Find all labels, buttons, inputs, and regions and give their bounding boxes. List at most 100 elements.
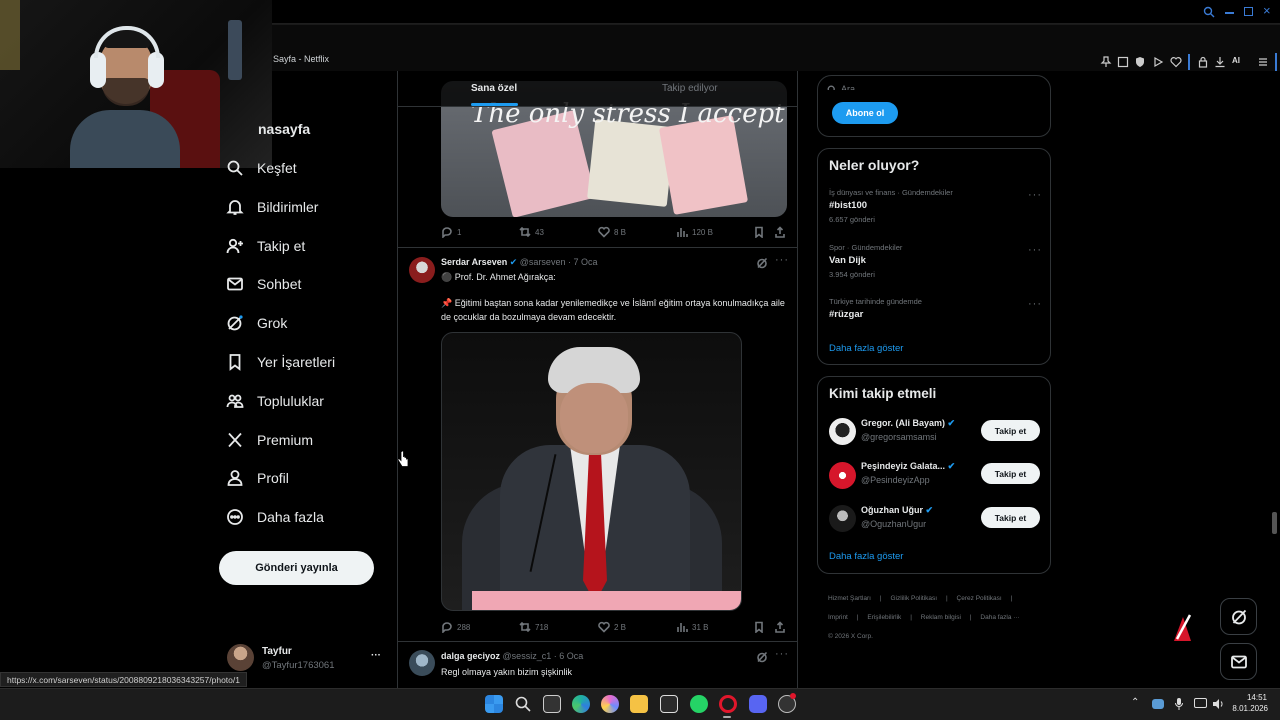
avatar[interactable]	[409, 650, 435, 676]
footer-link[interactable]: Gizlilik Politikası	[890, 595, 937, 602]
show-more-link[interactable]: Daha fazla göster	[829, 551, 903, 562]
close-icon[interactable]: ×	[1263, 3, 1271, 18]
app-logo-icon[interactable]	[1168, 611, 1198, 645]
follow-button[interactable]: Takip et	[981, 420, 1040, 441]
avatar[interactable]	[829, 418, 856, 445]
nav-item-premium[interactable]: Premium	[226, 428, 313, 452]
bookmark-icon[interactable]	[753, 226, 765, 238]
retweet-button[interactable]: 43	[519, 226, 544, 238]
nav-item-bookmarks[interactable]: Yer İşaretleri	[226, 350, 335, 374]
suggested-user-name[interactable]: Peşindeyiz Galata... ✔	[861, 461, 955, 472]
views-button[interactable]: 31 B	[676, 621, 708, 633]
trend-item[interactable]: İş dünyası ve finans · Gündemdekiler #bi…	[829, 188, 1044, 230]
opera-gx-icon[interactable]	[719, 695, 737, 713]
nav-item-follow[interactable]: Takip et	[226, 234, 305, 258]
views-button[interactable]: 120 B	[676, 226, 713, 238]
volume-icon[interactable]	[1211, 697, 1225, 711]
footer-link[interactable]: Reklam bilgisi	[921, 614, 961, 621]
pin-icon[interactable]	[1100, 56, 1112, 68]
footer-link[interactable]: Erişilebilirlik	[867, 614, 901, 621]
messages-floating-button[interactable]	[1220, 643, 1257, 680]
shield-icon[interactable]	[1134, 56, 1146, 68]
edge-icon[interactable]	[572, 695, 590, 713]
grok-icon[interactable]	[756, 651, 768, 663]
share-icon[interactable]	[774, 621, 786, 633]
nav-home-label[interactable]: nasayfa	[258, 121, 310, 137]
store-icon[interactable]	[660, 695, 678, 713]
lock-icon[interactable]	[1197, 56, 1209, 68]
reply-button[interactable]: 288	[441, 621, 470, 633]
onedrive-icon[interactable]	[1152, 699, 1164, 709]
suggested-user-name[interactable]: Oğuzhan Uğur ✔	[861, 505, 933, 516]
tweet-date[interactable]: · 6 Oca	[554, 651, 584, 661]
tweet-more-icon[interactable]: ···	[775, 254, 789, 266]
minimize-icon[interactable]	[1225, 12, 1234, 14]
whatsapp-icon[interactable]	[690, 695, 708, 713]
grok-icon[interactable]	[756, 257, 768, 269]
follow-button[interactable]: Takip et	[981, 507, 1040, 528]
screenshot-icon[interactable]	[1117, 56, 1129, 68]
nav-item-chat[interactable]: Sohbet	[226, 272, 301, 296]
follow-button[interactable]: Takip et	[981, 463, 1040, 484]
nav-item-communities[interactable]: Topluluklar	[226, 389, 324, 413]
bookmark-icon[interactable]	[753, 621, 765, 633]
menu-icon[interactable]	[1257, 56, 1269, 68]
restore-icon[interactable]	[1244, 7, 1253, 16]
reply-button[interactable]: 1	[441, 226, 461, 238]
start-icon[interactable]	[485, 695, 503, 713]
avatar[interactable]	[829, 505, 856, 532]
like-button[interactable]: 2 B	[598, 621, 626, 633]
like-button[interactable]: 8 B	[598, 226, 626, 238]
tweet-image[interactable]	[441, 332, 742, 611]
discord-icon[interactable]	[749, 695, 767, 713]
author-name[interactable]: dalga geciyoz	[441, 651, 500, 661]
tab-for-you[interactable]: Sana özel	[471, 83, 517, 94]
author-handle[interactable]: @sarseven	[520, 257, 566, 267]
clock-time[interactable]: 14:51	[1233, 693, 1267, 702]
search-icon[interactable]	[514, 695, 532, 713]
ai-button[interactable]: AI	[1232, 56, 1240, 65]
footer-link[interactable]: Daha fazla ···	[980, 614, 1019, 621]
task-view-icon[interactable]	[543, 695, 561, 713]
copilot-icon[interactable]	[601, 695, 619, 713]
footer-link[interactable]: Çerez Politikası	[957, 595, 1002, 602]
grok-floating-button[interactable]	[1220, 598, 1257, 635]
play-icon[interactable]	[1152, 56, 1164, 68]
microphone-icon[interactable]	[1174, 697, 1184, 711]
retweet-button[interactable]: 718	[519, 621, 548, 633]
share-icon[interactable]	[774, 226, 786, 238]
trend-item[interactable]: Spor · Gündemdekiler Van Dijk 3.954 gönd…	[829, 243, 1044, 285]
download-icon[interactable]	[1214, 56, 1226, 68]
tweet-date[interactable]: · 7 Oca	[568, 257, 598, 267]
tab-title[interactable]: Sayfa - Netflix	[273, 54, 329, 64]
nav-item-grok[interactable]: Grok	[226, 311, 287, 335]
avatar[interactable]	[409, 257, 435, 283]
trend-more-icon[interactable]: ···	[1028, 189, 1042, 201]
nav-item-more[interactable]: Daha fazla	[226, 505, 324, 529]
post-button[interactable]: Gönderi yayınla	[219, 551, 374, 585]
nav-item-notifications[interactable]: Bildirimler	[226, 195, 318, 219]
nav-item-profile[interactable]: Profil	[226, 466, 289, 490]
trend-more-icon[interactable]: ···	[1028, 244, 1042, 256]
network-icon[interactable]	[1194, 698, 1207, 708]
nav-item-explore[interactable]: Keşfet	[226, 156, 297, 180]
footer-link[interactable]: Imprint	[828, 614, 848, 621]
suggested-user-name[interactable]: Gregor. (Ali Bayam) ✔	[861, 418, 955, 429]
tweet-more-icon[interactable]: ···	[775, 648, 789, 660]
avatar[interactable]	[829, 462, 856, 489]
heart-icon[interactable]	[1170, 56, 1182, 68]
scrollbar-thumb[interactable]	[1272, 512, 1277, 534]
avatar[interactable]	[227, 644, 254, 671]
footer-link[interactable]: Hizmet Şartları	[828, 595, 871, 602]
clock-date[interactable]: 8.01.2026	[1228, 704, 1268, 713]
subscribe-button[interactable]: Abone ol	[832, 102, 898, 124]
trend-item[interactable]: Türkiye tarihinde gündemde #rüzgar	[829, 297, 1044, 327]
file-explorer-icon[interactable]	[630, 695, 648, 713]
author-handle[interactable]: @sessiz_c1	[503, 651, 552, 661]
account-more-button[interactable]: ···	[371, 650, 381, 661]
chevron-up-icon[interactable]: ⌃	[1131, 697, 1139, 708]
search-icon[interactable]	[1203, 6, 1215, 18]
show-more-link[interactable]: Daha fazla göster	[829, 343, 903, 354]
author-name[interactable]: Serdar Arseven	[441, 257, 507, 267]
tab-following[interactable]: Takip edilyor	[662, 83, 718, 94]
